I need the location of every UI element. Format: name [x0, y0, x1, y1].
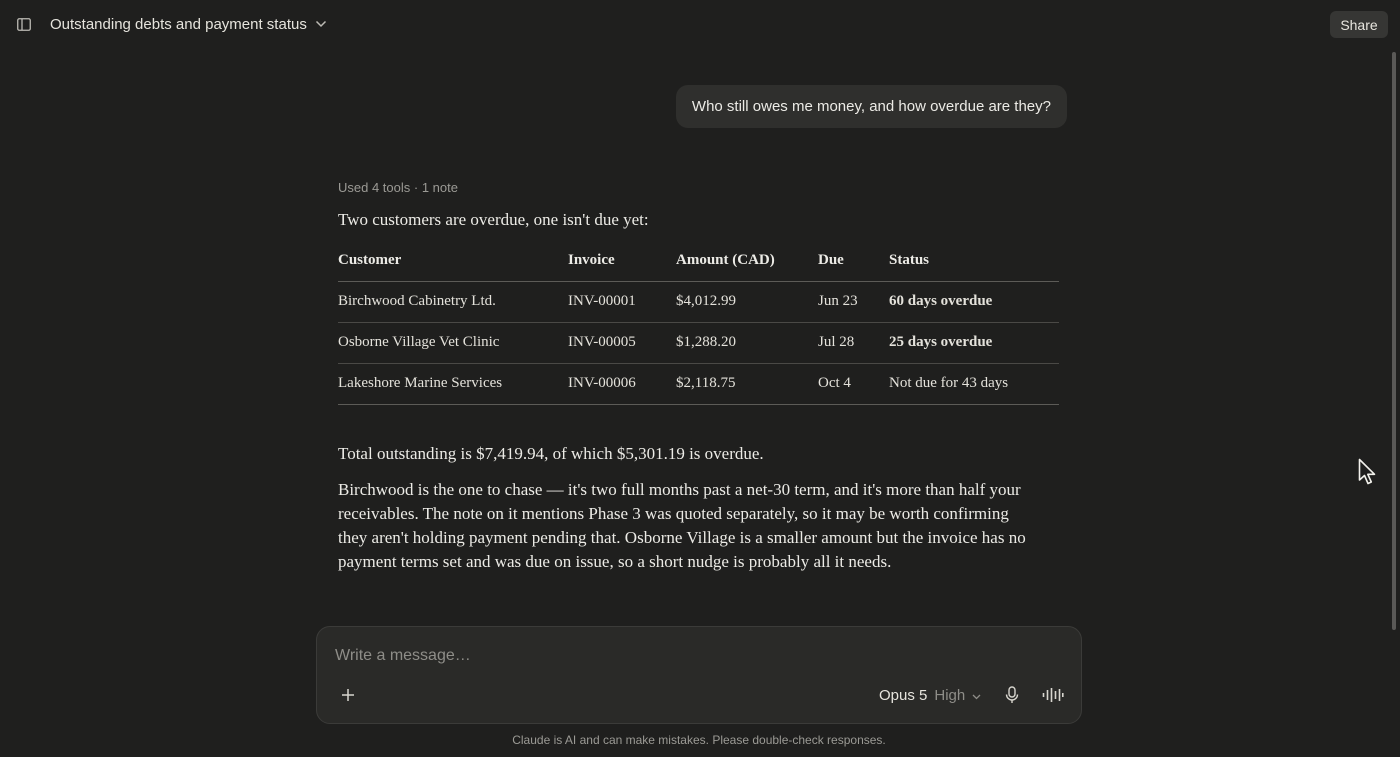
invoice-cell: INV-00006	[568, 363, 676, 405]
amount-cell: $4,012.99	[676, 281, 818, 323]
debts-table: Customer Invoice Amount (CAD) Due Status…	[338, 252, 1059, 405]
customer-cell: Lakeshore Marine Services	[338, 363, 568, 405]
amount-cell: $1,288.20	[676, 322, 818, 364]
column-header-status: Status	[889, 252, 1059, 282]
status-cell: Not due for 43 days	[889, 363, 1059, 405]
plus-icon[interactable]	[337, 684, 359, 706]
due-cell: Jul 28	[818, 322, 889, 364]
chevron-down-icon	[972, 687, 981, 704]
response-intro: Two customers are overdue, one isn't due…	[338, 210, 649, 229]
amount-cell: $2,118.75	[676, 363, 818, 405]
status-cell: 25 days overdue	[889, 322, 1059, 364]
invoice-cell: INV-00001	[568, 281, 676, 323]
advice-paragraph: Birchwood is the one to chase — it's two…	[338, 479, 1026, 571]
due-cell: Oct 4	[818, 363, 889, 405]
top-bar: Outstanding debts and payment status Sha…	[0, 0, 1400, 48]
user-message: Who still owes me money, and how overdue…	[675, 85, 1067, 128]
tools-summary[interactable]: Used 4 tools · 1 note	[338, 178, 458, 198]
table-row: Osborne Village Vet Clinic INV-00005 $1,…	[338, 322, 1059, 364]
column-header-due: Due	[818, 252, 889, 282]
mouse-cursor-icon	[1358, 458, 1378, 486]
model-name: Opus 5	[879, 686, 928, 704]
disclaimer-text: Claude is AI and can make mistakes. Plea…	[512, 733, 886, 747]
table-row: Birchwood Cabinetry Ltd. INV-00001 $4,01…	[338, 281, 1059, 323]
table-row: Lakeshore Marine Services INV-00006 $2,1…	[338, 363, 1059, 405]
sidebar-toggle-icon[interactable]	[14, 14, 34, 34]
effort-level: High	[934, 686, 966, 704]
share-button[interactable]: Share	[1330, 11, 1388, 38]
column-header-amount: Amount (CAD)	[676, 252, 818, 282]
customer-cell: Osborne Village Vet Clinic	[338, 322, 568, 364]
message-input[interactable]	[335, 645, 935, 667]
status-cell: 60 days overdue	[889, 281, 1059, 323]
voice-waveform-icon[interactable]	[1041, 684, 1065, 706]
summary-paragraph: Total outstanding is $7,419.94, of which…	[338, 443, 764, 463]
conversation-title: Outstanding debts and payment status	[50, 15, 307, 33]
due-cell: Jun 23	[818, 281, 889, 323]
microphone-icon[interactable]	[1001, 684, 1023, 706]
assistant-response: Used 4 tools · 1 note Two customers are …	[338, 178, 1060, 574]
column-header-customer: Customer	[338, 252, 568, 282]
invoice-cell: INV-00005	[568, 322, 676, 364]
column-header-invoice: Invoice	[568, 252, 676, 282]
model-selector[interactable]: Opus 5 High	[879, 683, 981, 707]
chevron-down-icon	[315, 15, 327, 33]
customer-cell: Birchwood Cabinetry Ltd.	[338, 281, 568, 323]
table-header-row: Customer Invoice Amount (CAD) Due Status	[338, 252, 1059, 282]
scrollbar[interactable]	[1392, 52, 1396, 630]
conversation-title-menu[interactable]: Outstanding debts and payment status	[50, 14, 327, 34]
message-composer: Opus 5 High	[316, 626, 1082, 724]
